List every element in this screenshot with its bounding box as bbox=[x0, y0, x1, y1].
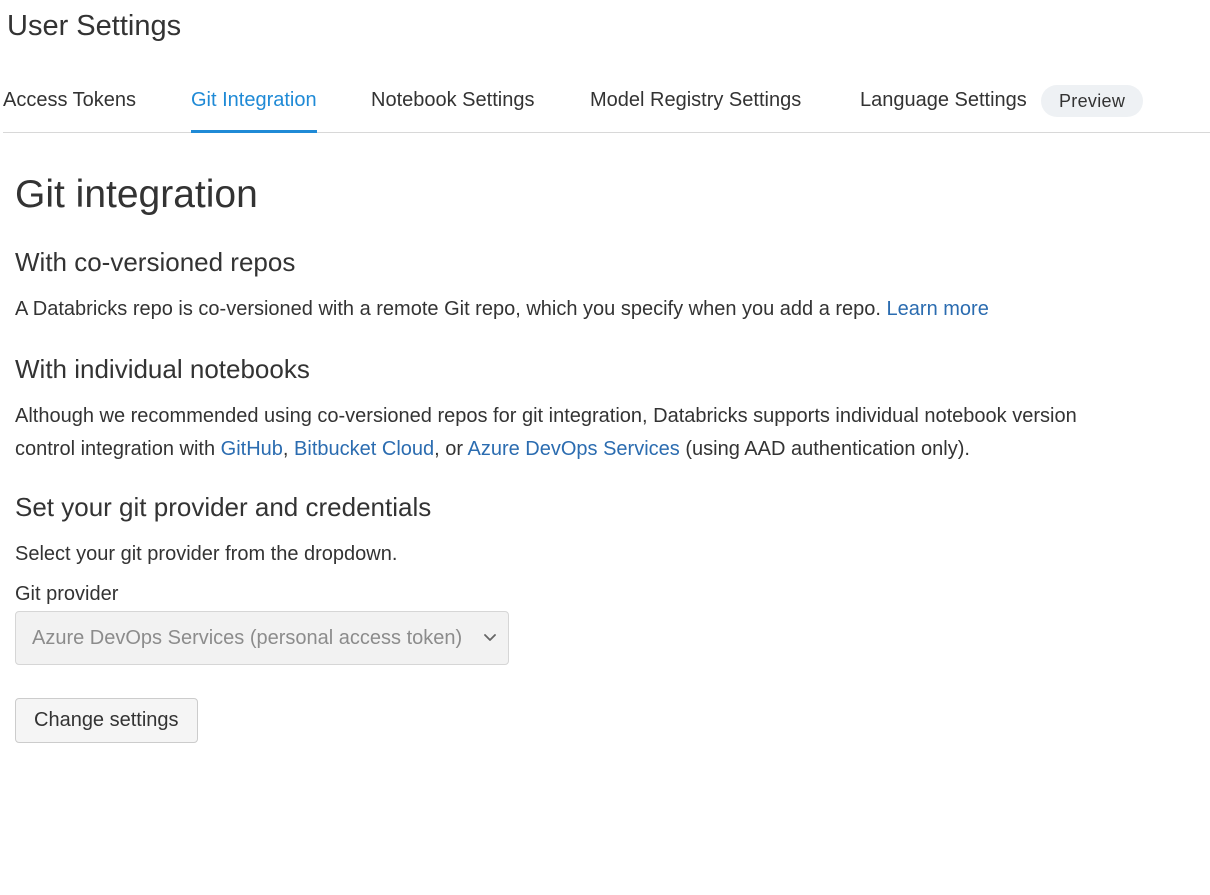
change-settings-button[interactable]: Change settings bbox=[15, 698, 198, 743]
git-provider-selected-value: Azure DevOps Services (personal access t… bbox=[32, 627, 463, 649]
tab-model-registry-settings[interactable]: Model Registry Settings bbox=[590, 72, 801, 133]
tab-git-integration[interactable]: Git Integration bbox=[191, 72, 317, 133]
azure-devops-services-link[interactable]: Azure DevOps Services bbox=[467, 438, 679, 460]
repos-description-text: A Databricks repo is co-versioned with a… bbox=[15, 298, 887, 320]
section-heading-git-integration: Git integration bbox=[15, 173, 258, 216]
notebooks-separator-2: , or bbox=[434, 438, 468, 460]
git-integration-panel: Git integration With co-versioned repos … bbox=[15, 168, 1085, 743]
heading-individual-notebooks: With individual notebooks bbox=[15, 354, 310, 384]
notebooks-separator-1: , bbox=[282, 438, 295, 460]
tab-language-settings[interactable]: Language Settings bbox=[860, 72, 1027, 133]
notebooks-description: Although we recommended using co-version… bbox=[15, 400, 1085, 466]
tab-access-tokens[interactable]: Access Tokens bbox=[3, 72, 136, 133]
chevron-down-icon bbox=[484, 634, 496, 641]
bitbucket-cloud-link[interactable]: Bitbucket Cloud bbox=[294, 438, 434, 460]
user-settings-page: User Settings Access Tokens Git Integrat… bbox=[0, 0, 1210, 895]
settings-tabs: Access Tokens Git Integration Notebook S… bbox=[3, 72, 1210, 133]
heading-git-provider-credentials: Set your git provider and credentials bbox=[15, 492, 432, 522]
learn-more-link[interactable]: Learn more bbox=[887, 298, 989, 320]
provider-instruction: Select your git provider from the dropdo… bbox=[15, 543, 398, 565]
github-link[interactable]: GitHub bbox=[221, 438, 283, 460]
heading-co-versioned-repos: With co-versioned repos bbox=[15, 247, 296, 277]
git-provider-label: Git provider bbox=[15, 583, 119, 605]
tab-notebook-settings[interactable]: Notebook Settings bbox=[371, 72, 534, 133]
git-provider-select[interactable]: Azure DevOps Services (personal access t… bbox=[15, 611, 509, 665]
page-title: User Settings bbox=[7, 10, 182, 42]
notebooks-text-2: (using AAD authentication only). bbox=[679, 438, 970, 460]
repos-description: A Databricks repo is co-versioned with a… bbox=[15, 293, 1085, 326]
preview-badge: Preview bbox=[1041, 85, 1144, 117]
